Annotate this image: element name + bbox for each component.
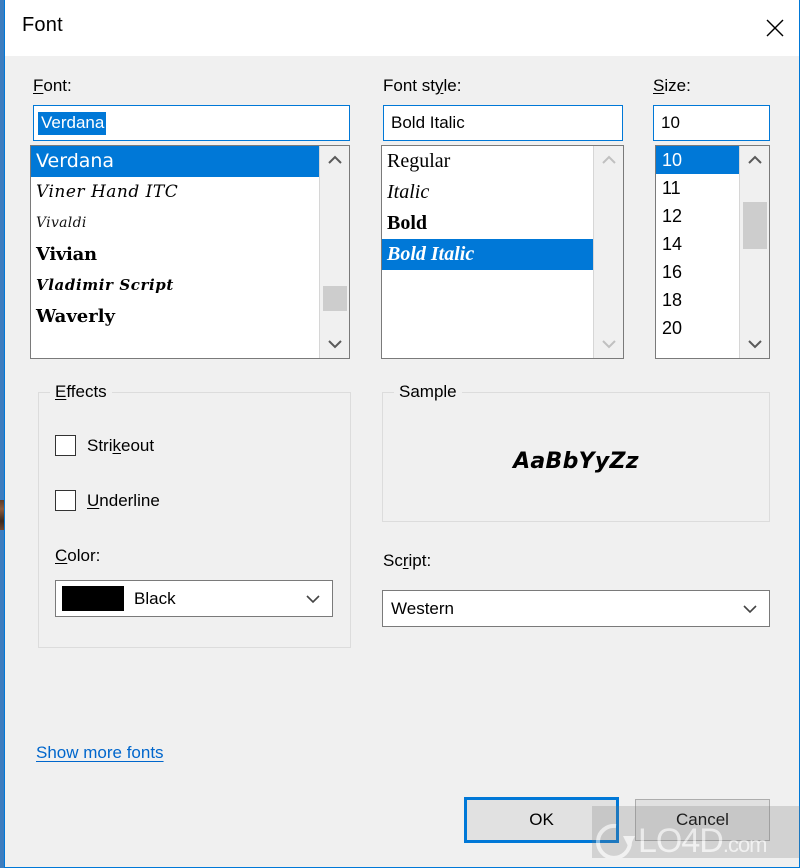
show-more-fonts-link[interactable]: Show more fonts	[36, 743, 164, 763]
color-label: Color:	[55, 546, 101, 565]
cancel-button[interactable]: Cancel	[635, 799, 770, 841]
script-label: Script:	[383, 551, 432, 570]
font-style-input-value: Bold Italic	[391, 113, 465, 132]
font-style-list-item-1[interactable]: Italic	[382, 177, 593, 208]
chevron-up-icon[interactable]	[320, 146, 349, 174]
font-style-list-item-2[interactable]: Bold	[382, 208, 593, 239]
size-input-value: 10	[661, 113, 680, 132]
font-list-item-5[interactable]: Waverly	[31, 301, 319, 332]
chevron-down-icon	[594, 330, 623, 358]
underline-checkbox[interactable]	[55, 490, 76, 511]
effects-group-title: Effects	[50, 382, 112, 402]
font-list[interactable]: Verdana Viner Hand ITC Vivaldi Vivian Vladim…	[30, 145, 350, 359]
size-label: Size:	[653, 76, 691, 95]
size-list[interactable]: 10 11 12 14 16 18 20	[655, 145, 770, 359]
font-style-list-items[interactable]: Regular Italic Bold Bold Italic	[382, 146, 593, 358]
font-name-input[interactable]: Verdana	[33, 105, 350, 141]
close-icon[interactable]	[752, 1, 798, 55]
color-swatch	[62, 586, 124, 611]
size-list-scroll-thumb[interactable]	[743, 202, 767, 249]
underline-checkbox-row[interactable]: Underline	[55, 490, 160, 511]
strikeout-checkbox-row[interactable]: Strikeout	[55, 435, 154, 456]
size-list-item-3[interactable]: 14	[656, 230, 739, 258]
ok-button[interactable]: OK	[464, 797, 619, 843]
script-value: Western	[391, 598, 454, 618]
chevron-down-icon[interactable]	[294, 594, 332, 604]
color-dropdown[interactable]: Black	[55, 580, 333, 617]
font-list-scroll-thumb[interactable]	[323, 286, 347, 311]
chevron-up-icon[interactable]	[740, 146, 769, 174]
size-list-item-6[interactable]: 20	[656, 314, 739, 342]
chevron-up-icon	[594, 146, 623, 174]
size-list-item-4[interactable]: 16	[656, 258, 739, 286]
font-dialog: Font Font: Verdana Verdana Viner Hand ITC…	[4, 0, 800, 868]
sample-group: Sample AaBbYyZz	[382, 382, 770, 522]
underline-label: Underline	[87, 490, 160, 510]
chevron-down-icon[interactable]	[740, 330, 769, 358]
size-list-items[interactable]: 10 11 12 14 16 18 20	[656, 146, 739, 358]
font-list-items[interactable]: Verdana Viner Hand ITC Vivaldi Vivian Vladim…	[31, 146, 319, 358]
font-name-input-value: Verdana	[38, 111, 107, 135]
font-style-list-item-3[interactable]: Bold Italic	[382, 239, 593, 270]
sample-preview-text: AaBbYyZz	[513, 449, 639, 474]
size-list-item-1[interactable]: 11	[656, 174, 739, 202]
size-list-item-5[interactable]: 18	[656, 286, 739, 314]
chevron-down-icon[interactable]	[731, 604, 769, 614]
font-label: Font:	[33, 76, 72, 95]
script-dropdown[interactable]: Western	[382, 590, 770, 627]
size-list-scrollbar[interactable]	[739, 146, 769, 358]
strikeout-label: Strikeout	[87, 435, 155, 455]
font-list-item-4[interactable]: Vladimir Script	[31, 270, 319, 301]
font-style-list-scrollbar[interactable]	[593, 146, 623, 358]
size-list-item-0[interactable]: 10	[656, 146, 739, 174]
chevron-down-icon[interactable]	[320, 330, 349, 358]
font-list-item-2[interactable]: Vivaldi	[31, 208, 319, 239]
font-list-scrollbar[interactable]	[319, 146, 349, 358]
font-list-item-3[interactable]: Vivian	[31, 239, 319, 270]
font-list-item-1[interactable]: Viner Hand ITC	[31, 177, 319, 208]
font-style-list-item-0[interactable]: Regular	[382, 146, 593, 177]
size-list-item-2[interactable]: 12	[656, 202, 739, 230]
font-style-label: Font style:	[383, 76, 462, 95]
sample-group-title: Sample	[394, 382, 462, 402]
font-style-input[interactable]: Bold Italic	[383, 105, 623, 141]
effects-group: Effects Strikeout Underline Color: Black	[38, 382, 351, 648]
color-value: Black	[134, 588, 176, 608]
strikeout-checkbox[interactable]	[55, 435, 76, 456]
font-style-list[interactable]: Regular Italic Bold Bold Italic	[381, 145, 624, 359]
font-list-item-0[interactable]: Verdana	[31, 146, 319, 177]
window-title: Font	[22, 14, 63, 36]
size-input[interactable]: 10	[653, 105, 770, 141]
title-bar[interactable]: Font	[5, 0, 799, 56]
